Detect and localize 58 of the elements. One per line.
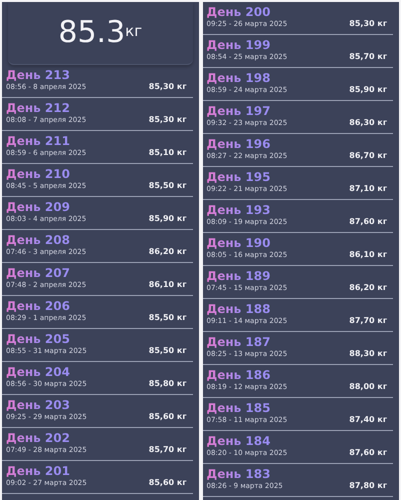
entry-weight: 85,70 кг — [148, 445, 186, 454]
entry-weight: 85,90 кг — [349, 85, 387, 94]
entry-weight: 88,00 кг — [349, 382, 387, 391]
total-weight: 85.3 — [58, 18, 126, 48]
day-title: День 199 — [206, 39, 270, 53]
entry-weight: 86,30 кг — [349, 118, 387, 127]
entry-weight: 87,40 кг — [349, 415, 387, 424]
day-title: День 201 — [6, 465, 70, 479]
day-title: День 212 — [6, 102, 70, 116]
day-title: День 204 — [6, 366, 70, 380]
day-title: День 210 — [6, 168, 70, 182]
entry-weight: 88,30 кг — [349, 349, 387, 358]
day-title: День 208 — [6, 234, 70, 248]
day-title: День 184 — [206, 435, 270, 449]
day-title: День 197 — [206, 105, 270, 119]
entry-weight: 87,70 кг — [349, 316, 387, 325]
day-title: День 206 — [6, 300, 70, 314]
day-title: День 213 — [6, 69, 70, 83]
entry-weight: 85,90 кг — [148, 214, 186, 223]
entry-weight: 87,60 кг — [349, 217, 387, 226]
day-title: День 209 — [6, 201, 70, 215]
entry-weight: 87,80 кг — [349, 481, 387, 490]
entry-weight: 87,60 кг — [349, 448, 387, 457]
day-title: День 186 — [206, 369, 270, 383]
day-title: День 193 — [206, 204, 270, 218]
entry-weight: 86,10 кг — [148, 280, 186, 289]
entry-weight: 85,50 кг — [148, 313, 186, 322]
entry-weight: 85,10 кг — [148, 148, 186, 157]
day-title: День 189 — [206, 270, 270, 284]
entry-weight: 86,10 кг — [349, 250, 387, 259]
entry-weight: 86,70 кг — [349, 151, 387, 160]
entry-weight: 85,30 кг — [148, 82, 186, 91]
entry-weight: 85,60 кг — [148, 412, 186, 421]
entry-weight: 85,70 кг — [349, 52, 387, 61]
day-title: День 187 — [206, 336, 270, 350]
entry-weight: 85,30 кг — [148, 115, 186, 124]
day-title: День 203 — [6, 399, 70, 413]
entry-weight: 86,20 кг — [349, 283, 387, 292]
day-title: День 207 — [6, 267, 70, 281]
day-title: День 183 — [206, 468, 270, 482]
day-title: День 200 — [206, 6, 270, 20]
entry-weight: 86,20 кг — [148, 247, 186, 256]
entry-weight: 85,50 кг — [148, 181, 186, 190]
entry-weight: 85,30 кг — [349, 19, 387, 28]
day-title: День 205 — [6, 333, 70, 347]
day-title: День 195 — [206, 171, 270, 185]
day-title: День 198 — [206, 72, 270, 86]
entry-weight: 85,80 кг — [148, 379, 186, 388]
day-title: День 190 — [206, 237, 270, 251]
weight-unit: кг — [125, 22, 142, 40]
day-title: День 196 — [206, 138, 270, 152]
day-title: День 185 — [206, 402, 270, 416]
day-title: День 211 — [6, 135, 70, 149]
entry-weight: 85,50 кг — [148, 346, 186, 355]
entry-weight: 87,10 кг — [349, 184, 387, 193]
day-title: День 202 — [6, 432, 70, 446]
day-title: День 188 — [206, 303, 270, 317]
entry-weight: 85,60 кг — [148, 478, 186, 487]
